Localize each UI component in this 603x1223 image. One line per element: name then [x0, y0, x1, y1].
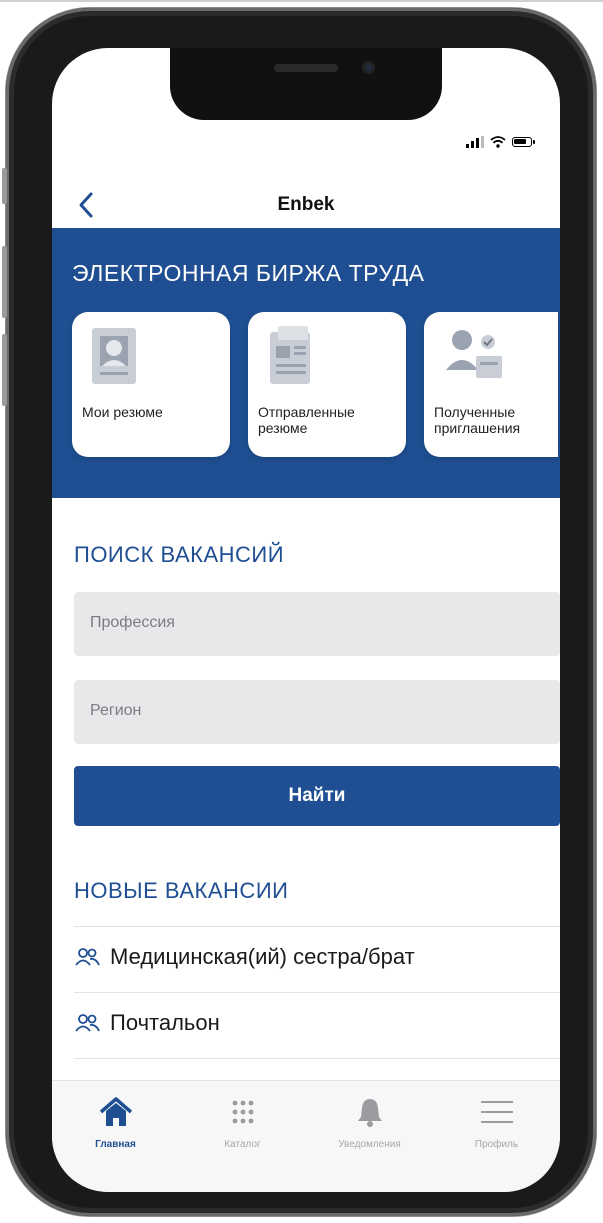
tab-label: Уведомления [338, 1139, 401, 1150]
invitations-icon [446, 330, 502, 378]
nav-bar: Enbek [52, 184, 560, 228]
grid-icon [232, 1100, 253, 1124]
menu-icon [480, 1101, 513, 1123]
received-invitations-card[interactable]: Полученные приглашения [424, 312, 558, 457]
battery-icon [512, 137, 535, 147]
people-icon [75, 948, 100, 966]
top-rule [0, 0, 603, 2]
card-label: Отправленные резюме [258, 404, 355, 436]
search-section-title: ПОИСК ВАКАНСИЙ [74, 542, 285, 567]
tab-label: Профиль [474, 1139, 519, 1150]
camera [362, 61, 375, 74]
divider [74, 1058, 560, 1059]
tab-bar: Главная Каталог Уведомления Профиль [52, 1080, 560, 1192]
status-bar [466, 136, 535, 148]
phone-frame: Enbek ЭЛЕКТРОННАЯ БИРЖА ТРУДА Мои резюме [2, 8, 596, 1216]
sent-resumes-card[interactable]: Отправленные резюме [248, 312, 406, 457]
region-input[interactable]: Регион [74, 680, 560, 744]
find-button[interactable]: Найти [74, 766, 560, 826]
tab-profile[interactable]: Профиль [433, 1081, 560, 1161]
card-label: Мои резюме [82, 404, 163, 420]
vacancy-title: Медицинская(ий) сестра/брат [110, 944, 415, 969]
vacancy-title: Почтальон [110, 1010, 220, 1035]
my-resumes-card[interactable]: Мои резюме [72, 312, 230, 457]
card-label: Полученные приглашения [434, 404, 521, 436]
new-vacancies-title: НОВЫЕ ВАКАНСИИ [74, 878, 289, 903]
divider [74, 992, 560, 993]
notch [170, 48, 442, 120]
tab-label: Главная [95, 1139, 136, 1150]
banner-title: ЭЛЕКТРОННАЯ БИРЖА ТРУДА [72, 260, 425, 286]
bell-icon [357, 1099, 382, 1127]
phone-screen: Enbek ЭЛЕКТРОННАЯ БИРЖА ТРУДА Мои резюме [52, 48, 560, 1192]
home-icon [99, 1097, 132, 1126]
labor-exchange-banner: ЭЛЕКТРОННАЯ БИРЖА ТРУДА Мои резюме Отпра… [52, 228, 560, 498]
tab-label: Каталог [224, 1139, 261, 1150]
tab-notifications[interactable]: Уведомления [306, 1081, 433, 1161]
sent-resume-icon [270, 326, 310, 384]
signal-icon [466, 136, 484, 148]
mute-switch [2, 168, 7, 204]
volume-up-button [2, 246, 7, 318]
divider [74, 926, 560, 927]
resume-icon [92, 328, 136, 384]
profession-input[interactable]: Профессия [74, 592, 560, 656]
tab-home[interactable]: Главная [52, 1081, 179, 1161]
tab-catalog[interactable]: Каталог [179, 1081, 306, 1161]
card-carousel[interactable]: Мои резюме Отправленные резюме Полученны… [72, 312, 558, 457]
vacancy-item[interactable]: Медицинская(ий) сестра/брат [74, 944, 415, 970]
vacancy-item[interactable]: Почтальон [74, 1010, 220, 1036]
volume-down-button [2, 334, 7, 406]
wifi-icon [490, 136, 506, 148]
speaker [274, 64, 338, 72]
page-title: Enbek [277, 194, 335, 215]
people-icon [75, 1014, 100, 1032]
